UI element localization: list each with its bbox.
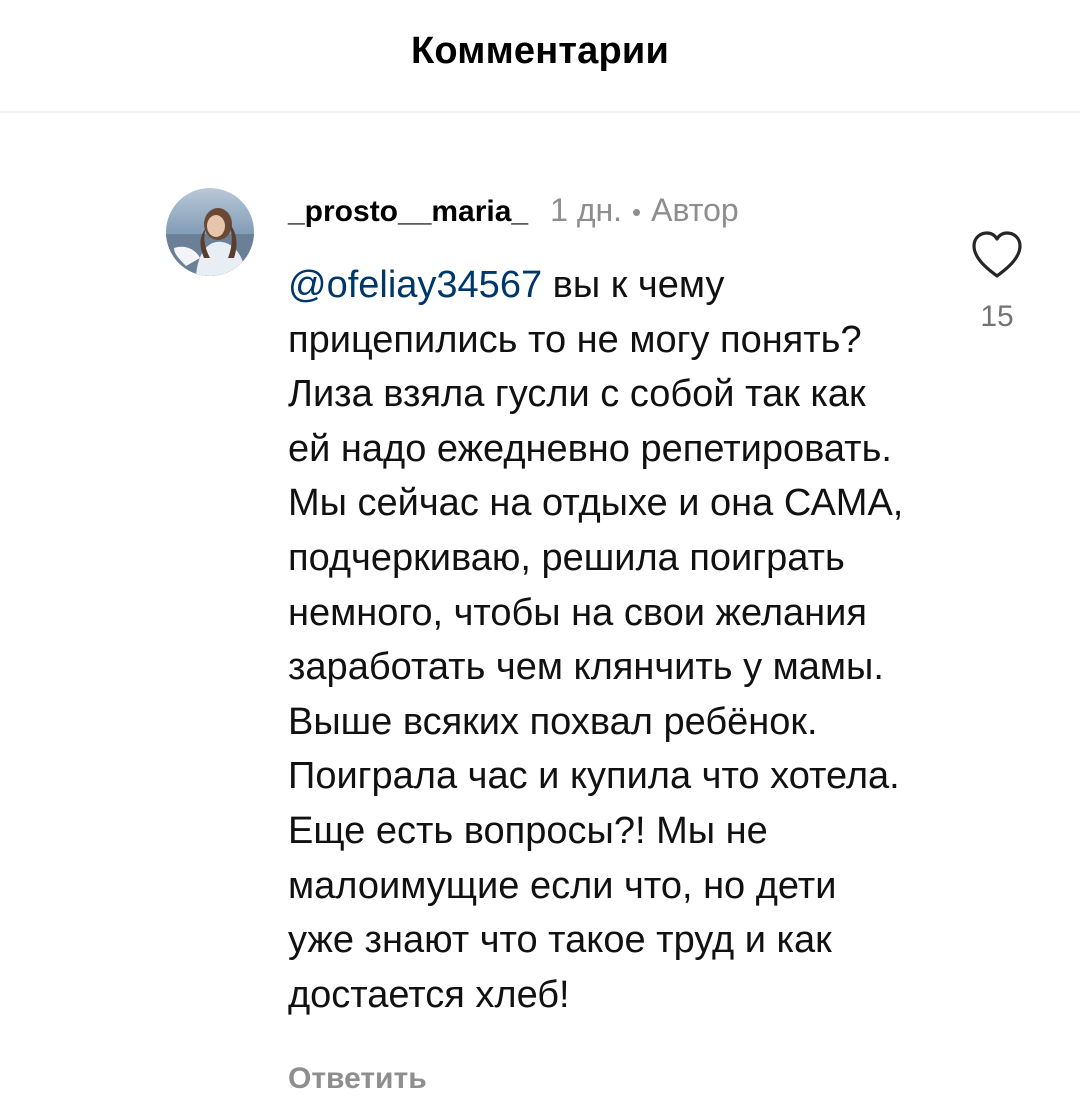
comment-time: 1 дн. <box>550 192 623 228</box>
header: Комментарии <box>0 0 1080 113</box>
username[interactable]: _prosto__maria_ <box>288 195 528 228</box>
avatar[interactable] <box>166 188 254 276</box>
comment-meta: _prosto__maria_ 1 дн. • Автор <box>288 190 739 232</box>
separator-dot: • <box>632 197 642 227</box>
user-avatar-photo <box>166 188 254 276</box>
like-button[interactable] <box>970 230 1024 280</box>
author-badge: Автор <box>651 192 739 228</box>
comment-text: @ofeliay34567 вы к чему прицепились то н… <box>288 258 908 1022</box>
like-count: 15 <box>980 300 1014 333</box>
reply-button[interactable]: Ответить <box>288 1062 427 1096</box>
comment-body: вы к чему прицепились то не могу понять?… <box>288 264 904 1016</box>
comments-screen: Комментарии _prosto__maria_ 1 дн. • Автор @… <box>0 0 1080 1117</box>
page-title: Комментарии <box>410 30 670 72</box>
mention-link[interactable]: @ofeliay34567 <box>288 264 542 306</box>
heart-outline-icon <box>972 231 1022 278</box>
